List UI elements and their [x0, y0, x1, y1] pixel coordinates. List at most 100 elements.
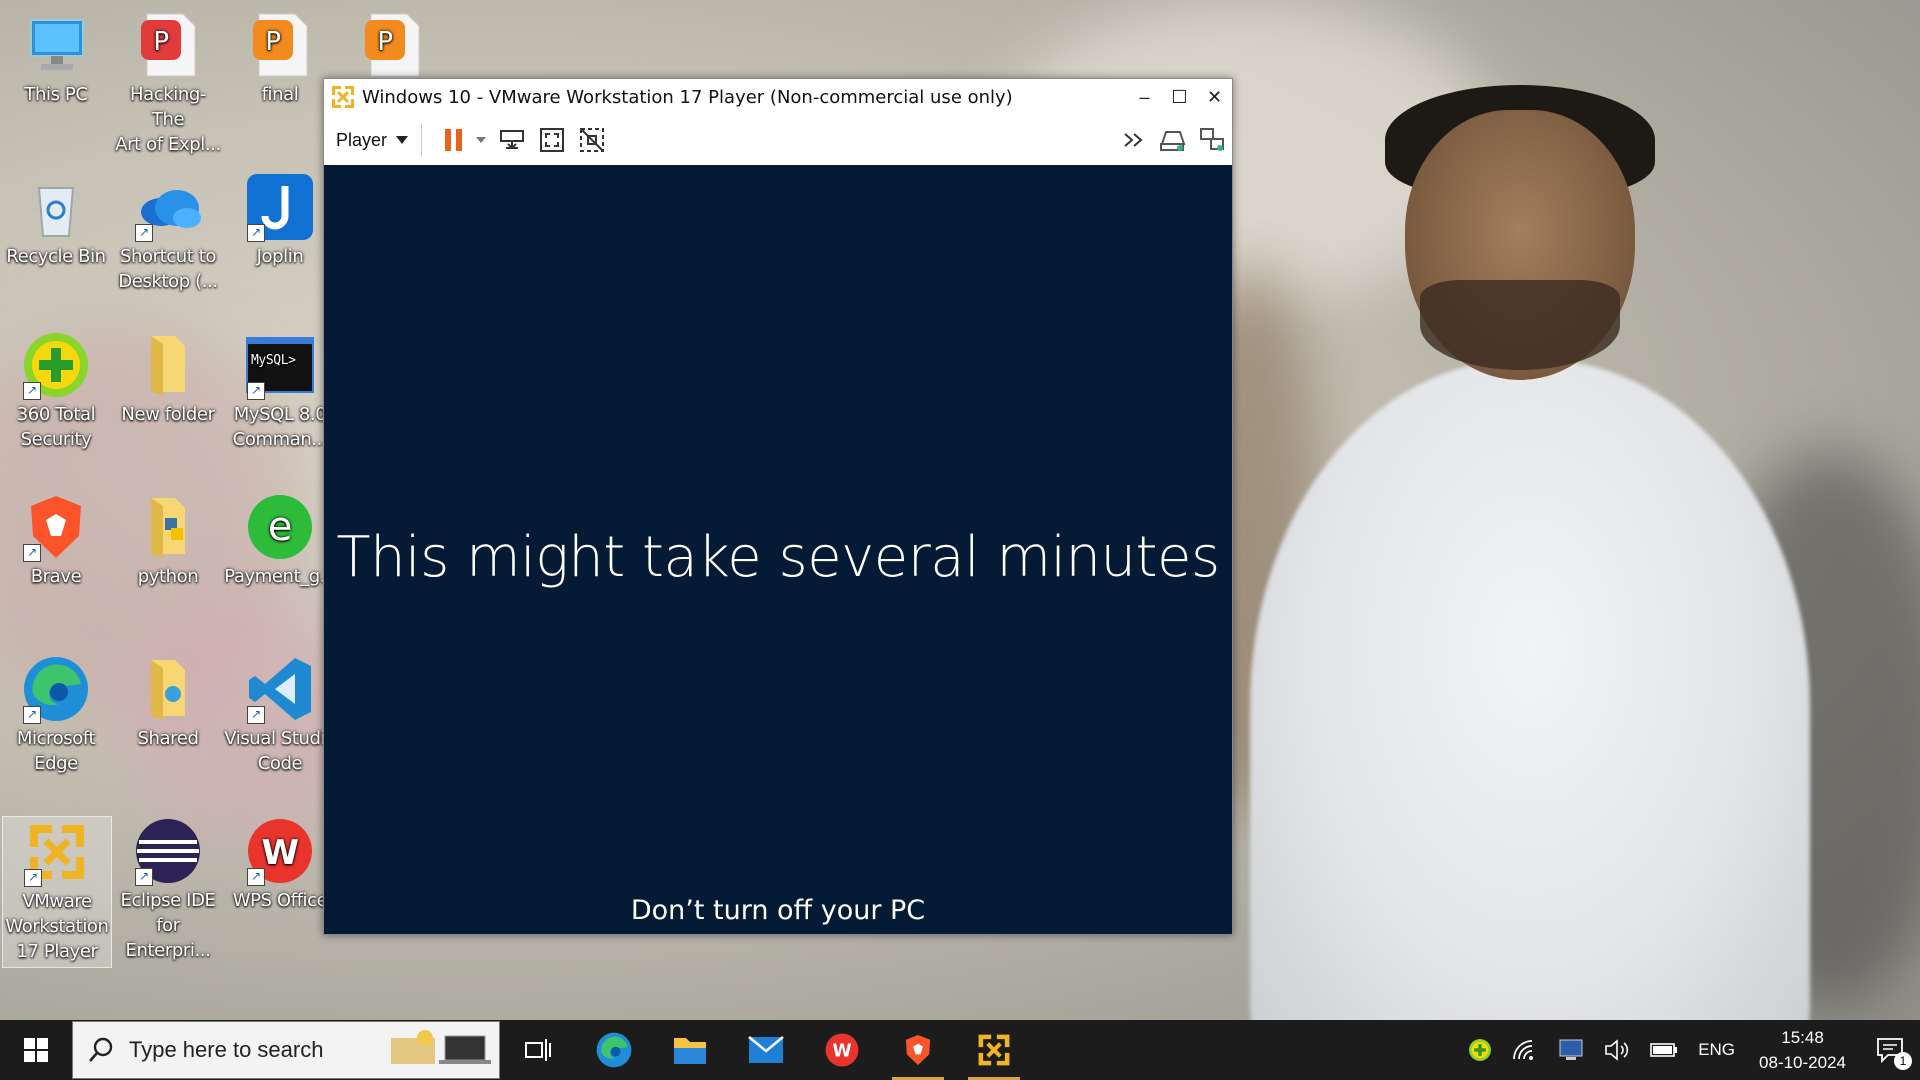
- wps-presentation-icon: P: [357, 10, 427, 80]
- pause-button[interactable]: [440, 126, 468, 154]
- tray-clock[interactable]: 15:48 08-10-2024: [1745, 1025, 1860, 1075]
- icon-label: Microsoft: [16, 728, 96, 749]
- taskbar-mail[interactable]: [728, 1020, 804, 1080]
- icon-label: Joplin: [256, 246, 304, 267]
- icon-label: Eclipse IDE: [120, 890, 216, 911]
- svg-text:P: P: [265, 27, 280, 57]
- shortcut-arrow-icon: ↗: [24, 869, 42, 887]
- desktop-icon-vscode[interactable]: ↗ Visual Studio Code: [224, 654, 336, 776]
- eclipse-icon: ↗: [133, 816, 203, 886]
- search-placeholder: Type here to search: [129, 1037, 324, 1062]
- taskbar-edge[interactable]: [576, 1020, 652, 1080]
- tray-360-security[interactable]: [1458, 1020, 1502, 1080]
- desktop-icon-payment[interactable]: e Payment_g...: [224, 492, 336, 589]
- vmware-player-window[interactable]: Windows 10 - VMware Workstation 17 Playe…: [323, 78, 1233, 935]
- minimize-button[interactable]: –: [1127, 79, 1162, 115]
- icon-label-line2: Workstation: [5, 916, 109, 937]
- hard-disk-icon: [1160, 131, 1186, 151]
- search-highlight-icon: [391, 1030, 491, 1064]
- tray-wifi[interactable]: [1502, 1020, 1548, 1080]
- shortcut-arrow-icon: ↗: [135, 868, 153, 886]
- tray-vm-tools[interactable]: [1548, 1020, 1594, 1080]
- send-ctrl-alt-del-button[interactable]: [498, 126, 526, 154]
- full-screen-button[interactable]: [538, 126, 566, 154]
- search-icon: [89, 1037, 113, 1062]
- window-titlebar[interactable]: Windows 10 - VMware Workstation 17 Playe…: [324, 79, 1232, 115]
- wps-office-icon: W: [825, 1033, 859, 1067]
- edge-legacy-icon: e: [245, 492, 315, 562]
- wps-office-icon: W ↗: [245, 816, 315, 886]
- pause-icon: [445, 129, 463, 151]
- start-button[interactable]: [0, 1020, 72, 1080]
- desktop-icon-shortcut-desktop[interactable]: ↗ Shortcut to Desktop (...: [112, 172, 224, 294]
- speaker-icon: [1605, 1039, 1629, 1061]
- clock-time: 15:48: [1781, 1028, 1824, 1047]
- taskbar-brave[interactable]: [880, 1020, 956, 1080]
- icon-label-line2: Comman...: [232, 429, 328, 450]
- maximize-button[interactable]: ☐: [1162, 79, 1197, 115]
- virtual-machine-screen[interactable]: This might take several minutes Don’t tu…: [324, 165, 1232, 934]
- shortcut-arrow-icon: ↗: [247, 706, 265, 724]
- taskbar-vmware-player[interactable]: [956, 1020, 1032, 1080]
- icon-label-line2: Desktop (...: [118, 271, 218, 292]
- tray-battery[interactable]: [1640, 1020, 1688, 1080]
- unity-button[interactable]: [578, 126, 606, 154]
- desktop-icon-joplin[interactable]: ↗ Joplin: [224, 172, 336, 269]
- expand-toolbar-button[interactable]: [1122, 126, 1146, 154]
- taskbar-file-explorer[interactable]: [652, 1020, 728, 1080]
- icon-label-line2: for Enterpri...: [125, 915, 211, 961]
- vm-toolbar: Player: [324, 115, 1232, 166]
- desktop-icon-presentation-2[interactable]: P: [336, 10, 448, 82]
- monitor-icon: [21, 10, 91, 80]
- setup-status-message: This might take several minutes: [336, 525, 1220, 590]
- desktop-icon-python[interactable]: python: [112, 492, 224, 589]
- icon-label: 360 Total: [16, 404, 96, 425]
- fullscreen-icon: [540, 128, 565, 152]
- player-menu-label: Player: [336, 129, 388, 150]
- desktop-icon-final[interactable]: P final: [224, 10, 336, 107]
- toolbar-separator: [421, 124, 423, 156]
- taskbar-search-box[interactable]: Type here to search: [72, 1021, 500, 1079]
- close-button[interactable]: ✕: [1197, 79, 1232, 115]
- removable-devices-button[interactable]: [1158, 126, 1186, 154]
- wifi-icon: [1513, 1040, 1534, 1060]
- action-center-button[interactable]: 1: [1860, 1020, 1920, 1080]
- taskbar-wps-office[interactable]: W: [804, 1020, 880, 1080]
- player-menu[interactable]: Player: [336, 130, 409, 151]
- icon-label: final: [261, 84, 299, 105]
- desktop-icon-recycle-bin[interactable]: Recycle Bin: [0, 172, 112, 269]
- folder-shared-icon: [133, 654, 203, 724]
- network-adapter-icon: [1200, 128, 1224, 151]
- desktop-icon-wps-office[interactable]: W ↗ WPS Office: [224, 816, 336, 913]
- shortcut-arrow-icon: ↗: [247, 224, 265, 242]
- desktop-icon-vmware-player[interactable]: ↗ VMware Workstation 17 Player: [2, 816, 112, 968]
- desktop-icon-new-folder[interactable]: New folder: [112, 330, 224, 427]
- tray-language[interactable]: ENG: [1688, 1020, 1745, 1080]
- task-view-button[interactable]: [500, 1020, 576, 1080]
- shortcut-arrow-icon: ↗: [247, 868, 265, 886]
- desktop-icon-hacking-pdf[interactable]: P Hacking- The Art of Expl...: [112, 10, 224, 157]
- icon-label: New folder: [121, 404, 215, 425]
- icon-label: Hacking- The: [129, 84, 207, 130]
- desktop-icon-360-total-security[interactable]: ↗ 360 Total Security: [0, 330, 112, 452]
- power-options-dropdown[interactable]: [474, 126, 488, 154]
- battery-icon: [1650, 1043, 1678, 1057]
- network-adapter-button[interactable]: [1198, 126, 1226, 154]
- edge-icon: [596, 1032, 632, 1068]
- shortcut-arrow-icon: ↗: [23, 382, 41, 400]
- desktop-icon-this-pc[interactable]: This PC: [0, 10, 112, 107]
- tray-volume[interactable]: [1594, 1020, 1640, 1080]
- desktop-icon-mysql[interactable]: MySQL> ↗ MySQL 8.0 Comman...: [224, 330, 336, 452]
- svg-text:W: W: [832, 1042, 851, 1062]
- desktop-icon-microsoft-edge[interactable]: ↗ Microsoft Edge: [0, 654, 112, 776]
- brave-icon: ↗: [21, 492, 91, 562]
- desktop-icon-brave[interactable]: ↗ Brave: [0, 492, 112, 589]
- desktop-icon-shared[interactable]: Shared: [112, 654, 224, 751]
- onedrive-icon: ↗: [133, 172, 203, 242]
- shortcut-arrow-icon: ↗: [247, 382, 265, 400]
- desktop-icon-eclipse[interactable]: ↗ Eclipse IDE for Enterpri...: [112, 816, 224, 963]
- svg-text:MySQL>: MySQL>: [251, 353, 296, 368]
- window-title: Windows 10 - VMware Workstation 17 Playe…: [362, 86, 1013, 108]
- chevron-down-icon: [396, 136, 409, 144]
- 360-security-icon: [1469, 1039, 1492, 1061]
